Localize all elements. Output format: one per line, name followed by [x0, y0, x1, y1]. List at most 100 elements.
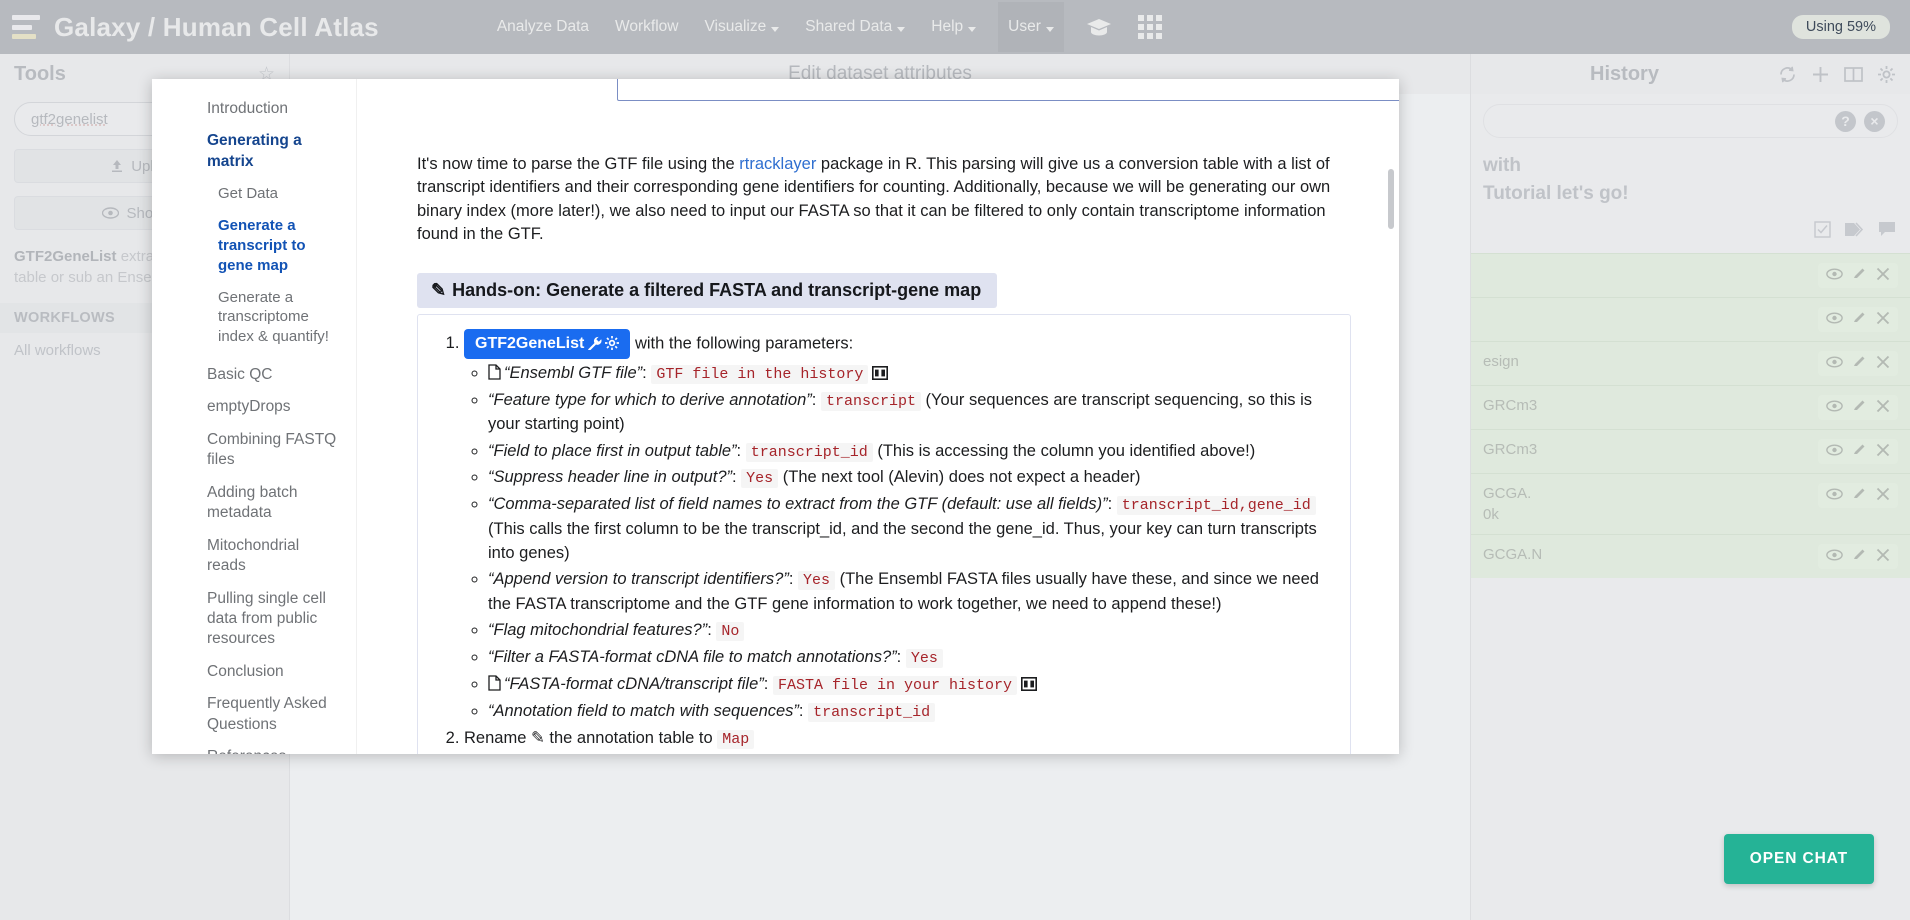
toc-item-generate-a-transcriptome-index[interactable]: Generate a transcriptome index & quantif…: [152, 282, 356, 353]
history-list-item[interactable]: [1471, 253, 1910, 298]
question-circle-icon[interactable]: ?: [1835, 110, 1856, 132]
toc-item-references[interactable]: References: [152, 741, 356, 754]
history-item-name: GRCm3: [1483, 397, 1538, 415]
refresh-icon[interactable]: [1778, 65, 1797, 84]
open-chat-button[interactable]: OPEN CHAT: [1723, 834, 1874, 884]
delete-icon[interactable]: [1876, 487, 1890, 505]
eye-icon[interactable]: [1826, 548, 1843, 565]
param-ensembl-gtf-file: “Ensembl GTF file”: GTF file in the hist…: [488, 361, 1330, 386]
hands-on-body: GTF2GeneList with the following paramete…: [417, 313, 1351, 754]
rtracklayer-link[interactable]: rtracklayer: [739, 155, 816, 173]
nav-workflow[interactable]: Workflow: [615, 18, 678, 36]
history-item-actions: [1818, 307, 1898, 333]
nav-visualize[interactable]: Visualize: [704, 18, 780, 36]
delete-icon[interactable]: [1876, 355, 1890, 373]
pencil-icon[interactable]: [1852, 266, 1867, 285]
delete-icon[interactable]: [1876, 399, 1890, 417]
pencil-icon[interactable]: [1852, 486, 1867, 505]
close-circle-icon[interactable]: ×: [1864, 110, 1885, 132]
eye-icon[interactable]: [1826, 399, 1843, 416]
toc-item-emptydrops[interactable]: emptyDrops: [152, 391, 356, 423]
modal-scrollbar[interactable]: [1388, 169, 1394, 229]
history-annotation: with Tutorial let's go!: [1483, 152, 1898, 207]
history-list-item[interactable]: GRCm3: [1471, 429, 1910, 474]
columns-icon[interactable]: [1844, 66, 1863, 83]
apps-grid-icon[interactable]: [1137, 15, 1162, 39]
checkbox-icon[interactable]: [1814, 221, 1831, 243]
pencil-icon[interactable]: [1852, 310, 1867, 329]
history-list-item[interactable]: esign: [1471, 341, 1910, 386]
nav-shared-data[interactable]: Shared Data: [805, 18, 906, 36]
nav-label: Help: [931, 18, 964, 35]
toc-item-get-data[interactable]: Get Data: [152, 178, 356, 210]
step2-value: Map: [717, 729, 755, 749]
history-list-item[interactable]: GRCm3: [1471, 385, 1910, 430]
dataset-name-input[interactable]: [617, 79, 1399, 101]
param-field-first-output: “Field to place first in output table”: …: [488, 439, 1330, 464]
param-name: “Flag mitochondrial features?”: [488, 621, 708, 640]
toc-item-adding-batch-metadata[interactable]: Adding batch metadata: [152, 477, 356, 530]
history-item-name: GRCm3: [1483, 441, 1538, 459]
tutorial-toc: Introduction Generating a matrix Get Dat…: [152, 79, 357, 754]
tool-panel-title: Tools: [14, 62, 66, 85]
pencil-icon[interactable]: [1852, 398, 1867, 417]
galaxy-logo-icon[interactable]: [12, 15, 42, 39]
history-list-item[interactable]: GCGA. 0k: [1471, 473, 1910, 535]
hands-on-header: ✎ Hands-on: Generate a filtered FASTA and…: [417, 272, 998, 308]
param-name: “Feature type for which to derive annota…: [488, 390, 812, 409]
multi-dataset-icon: [1020, 677, 1037, 692]
plus-icon[interactable]: [1811, 65, 1830, 84]
comment-icon[interactable]: [1878, 221, 1896, 243]
param-note: (This calls the first column to be the t…: [488, 520, 1317, 563]
chevron-down-icon: [771, 26, 780, 32]
toc-item-basic-qc[interactable]: Basic QC: [152, 359, 356, 391]
param-value: GTF file in the history: [651, 364, 869, 384]
tags-icon[interactable]: [1844, 221, 1865, 243]
pencil-icon: ✎: [431, 279, 447, 300]
param-name: “FASTA-format cDNA/transcript file”: [504, 675, 764, 694]
pencil-icon[interactable]: [1852, 442, 1867, 461]
brand-title: Galaxy / Human Cell Atlas: [54, 11, 379, 42]
nav-help[interactable]: Help: [931, 18, 977, 36]
toc-item-faq[interactable]: Frequently Asked Questions: [152, 688, 356, 741]
eye-icon[interactable]: [1826, 267, 1843, 284]
nav-user[interactable]: User: [998, 2, 1064, 52]
tool-description-name: GTF2GeneList: [14, 248, 117, 265]
gear-icon[interactable]: [1877, 65, 1896, 84]
tool-badge-label: GTF2GeneList: [475, 334, 585, 352]
toc-item-introduction[interactable]: Introduction: [152, 93, 356, 125]
graduation-cap-icon[interactable]: [1086, 17, 1112, 37]
param-suppress-header: “Suppress header line in output?”: Yes (…: [488, 465, 1330, 490]
delete-icon[interactable]: [1876, 311, 1890, 329]
param-fasta-cdna-file: “FASTA-format cDNA/transcript file”: FAS…: [488, 672, 1330, 697]
pencil-icon[interactable]: [1852, 547, 1867, 566]
eye-icon[interactable]: [1826, 487, 1843, 504]
param-value: Yes: [905, 649, 943, 669]
toc-item-combining-fastq-files[interactable]: Combining FASTQ files: [152, 424, 356, 477]
delete-icon[interactable]: [1876, 443, 1890, 461]
toc-item-conclusion[interactable]: Conclusion: [152, 656, 356, 688]
history-item-list: esign GRCm3 GRCm3 GCGA. 0k GCGA.N: [1471, 253, 1910, 579]
pencil-icon[interactable]: [1852, 354, 1867, 373]
tool-link-gtf2genelist[interactable]: GTF2GeneList: [464, 328, 631, 359]
eye-icon[interactable]: [1826, 311, 1843, 328]
history-list-item[interactable]: [1471, 297, 1910, 342]
history-item-name: esign: [1483, 353, 1519, 371]
storage-usage-badge[interactable]: Using 59%: [1791, 15, 1890, 39]
toc-item-pulling-single-cell-data[interactable]: Pulling single cell data from public res…: [152, 583, 356, 656]
nav-label: Shared Data: [805, 18, 893, 35]
toc-item-generate-a-transcript-to-gene-map[interactable]: Generate a transcript to gene map: [152, 210, 356, 281]
eye-icon[interactable]: [1826, 355, 1843, 372]
param-append-version: “Append version to transcript identifier…: [488, 567, 1330, 616]
toc-item-mitochondrial-reads[interactable]: Mitochondrial reads: [152, 530, 356, 583]
nav-analyze-data[interactable]: Analyze Data: [497, 18, 589, 36]
param-annotation-field: “Annotation field to match with sequence…: [488, 699, 1330, 724]
history-name-field[interactable]: ? ×: [1483, 104, 1898, 138]
delete-icon[interactable]: [1876, 548, 1890, 566]
masthead: Galaxy / Human Cell Atlas Analyze Data W…: [0, 0, 1910, 54]
history-list-item[interactable]: GCGA.N: [1471, 534, 1910, 579]
delete-icon[interactable]: [1876, 267, 1890, 285]
toc-item-generating-a-matrix[interactable]: Generating a matrix: [152, 125, 356, 178]
eye-icon[interactable]: [1826, 443, 1843, 460]
step-run-tool: GTF2GeneList with the following paramete…: [464, 328, 1330, 724]
